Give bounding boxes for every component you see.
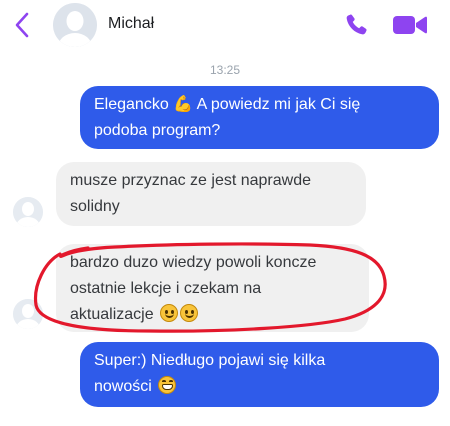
- chat-header: Michał: [0, 0, 450, 58]
- message-line: aktualizacje: [70, 302, 355, 328]
- message-timestamp: 13:25: [209, 63, 241, 77]
- message-bubble-outgoing[interactable]: Elegancko 💪 A powiedz mi jak Ci się podo…: [80, 86, 439, 149]
- sender-avatar: [13, 299, 43, 329]
- contact-name[interactable]: Michał: [108, 15, 154, 33]
- video-camera-icon[interactable]: [392, 13, 428, 37]
- message-line: Super:) Niedługo pojawi się kilka: [94, 352, 326, 369]
- message-line: solidny: [70, 198, 120, 215]
- avatar-placeholder-icon: [13, 197, 43, 227]
- message-line: bardzo duzo wiedzy powoli koncze: [70, 254, 317, 271]
- grinning-face-emoji-icon: [158, 376, 177, 394]
- slightly-smiling-face-emoji-icon: [160, 304, 179, 322]
- message-line: Elegancko 💪 A powiedz mi jak Ci się: [94, 96, 361, 113]
- message-line: musze przyznac ze jest naprawde: [70, 172, 311, 189]
- phone-icon[interactable]: [343, 12, 369, 38]
- message-bubble-outgoing[interactable]: Super:) Niedługo pojawi się kilka nowośc…: [80, 342, 439, 407]
- message-line: podoba program?: [94, 122, 221, 139]
- contact-avatar[interactable]: [53, 3, 97, 47]
- flexed-biceps-emoji-icon: 💪: [173, 96, 194, 113]
- avatar-placeholder-icon: [53, 3, 97, 47]
- message-bubble-incoming[interactable]: bardzo duzo wiedzy powoli koncze ostatni…: [56, 244, 369, 332]
- slightly-smiling-face-emoji-icon: [180, 304, 199, 322]
- message-line: nowości: [94, 374, 425, 400]
- sender-avatar: [13, 197, 43, 227]
- message-line: ostatnie lekcje i czekam na: [70, 280, 262, 297]
- chevron-left-icon[interactable]: [10, 11, 34, 39]
- message-bubble-incoming[interactable]: musze przyznac ze jest naprawde solidny: [56, 162, 366, 226]
- avatar-placeholder-icon: [13, 299, 43, 329]
